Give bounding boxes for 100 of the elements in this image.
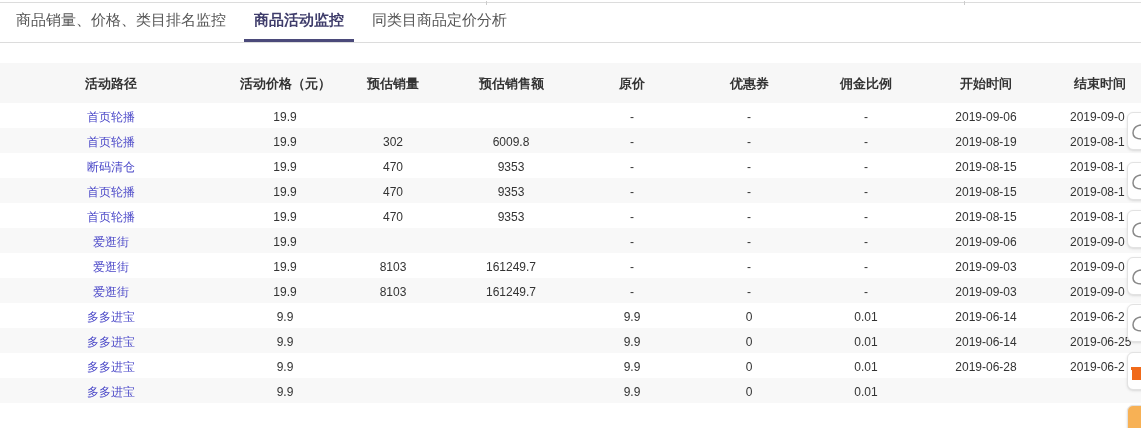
table-cell: 0: [745, 384, 753, 399]
table-cell: 9353: [497, 159, 525, 174]
column-header: 佣金比例: [840, 76, 892, 91]
table-cell: 470: [383, 159, 403, 174]
table-cell: 2019-09-0: [1070, 284, 1125, 299]
table-cell: -: [747, 184, 751, 199]
table-cell: -: [747, 284, 751, 299]
activity-link[interactable]: 首页轮播: [87, 184, 135, 199]
column-header: 开始时间: [960, 76, 1012, 91]
table-cell: 2019-06-14: [955, 309, 1017, 324]
table-cell: 2019-06-2: [1070, 309, 1125, 324]
activity-link[interactable]: 多多进宝: [87, 359, 135, 374]
table-cell: -: [747, 109, 751, 124]
table-cell: -: [864, 134, 868, 149]
table-cell: -: [864, 234, 868, 249]
table-cell: 19.9: [273, 159, 297, 174]
table-cell: 19.9: [273, 134, 297, 149]
column-header: 活动路径: [85, 76, 137, 91]
table-cell: 19.9: [273, 234, 297, 249]
table-cell: 0: [745, 334, 753, 349]
outline-icon: [1131, 123, 1141, 141]
table-cell: 0.01: [854, 384, 878, 399]
table-cell: 302: [383, 134, 403, 149]
outline-icon: [1131, 173, 1141, 191]
table-cell: -: [630, 259, 634, 274]
table-cell: -: [747, 209, 751, 224]
activity-link[interactable]: 断码清仓: [87, 159, 135, 174]
table-cell: 2019-09-0: [1070, 259, 1125, 274]
table-cell: 0: [745, 359, 753, 374]
table-cell: 161249.7: [485, 284, 537, 299]
table-cell: 9.9: [623, 334, 641, 349]
activity-link[interactable]: 多多进宝: [87, 334, 135, 349]
table-cell: 0.01: [854, 359, 878, 374]
table-cell: 2019-06-28: [955, 359, 1017, 374]
table-cell: -: [630, 184, 634, 199]
activity-link[interactable]: 爱逛街: [93, 234, 129, 249]
table-cell: 9.9: [623, 384, 641, 399]
tab[interactable]: 同类目商品定价分析: [362, 2, 517, 42]
table-cell: 2019-09-06: [955, 234, 1017, 249]
table-cell: 0.01: [854, 334, 878, 349]
table-cell: -: [864, 159, 868, 174]
table-cell: -: [630, 109, 634, 124]
table-cell: 2019-09-03: [955, 284, 1017, 299]
table-cell: 19.9: [273, 184, 297, 199]
table-cell: 6009.8: [492, 134, 530, 149]
activity-link[interactable]: 爱逛街: [93, 284, 129, 299]
table-cell: 19.9: [273, 209, 297, 224]
table-cell: -: [747, 234, 751, 249]
table-cell: 2019-06-25: [1070, 334, 1132, 349]
column-header: 活动价格（元）: [239, 76, 331, 91]
table-cell: 161249.7: [485, 259, 537, 274]
table-cell: -: [864, 184, 868, 199]
activity-link[interactable]: 首页轮播: [87, 134, 135, 149]
outline-icon: [1131, 268, 1141, 286]
table-cell: 2019-08-1: [1070, 159, 1125, 174]
table-cell: 2019-08-15: [955, 159, 1017, 174]
table-cell: -: [630, 234, 634, 249]
activity-link[interactable]: 爱逛街: [93, 259, 129, 274]
table-cell: 9.9: [276, 384, 294, 399]
table-cell: 470: [383, 184, 403, 199]
table-cell: -: [630, 159, 634, 174]
table-cell: 9353: [497, 209, 525, 224]
table-cell: 19.9: [273, 284, 297, 299]
outline-icon: [1131, 221, 1141, 239]
outline-icon: [1131, 315, 1141, 333]
table-cell: 2019-08-1: [1070, 209, 1125, 224]
column-header: 原价: [619, 76, 645, 91]
tab[interactable]: 商品活动监控: [244, 2, 354, 42]
table-cell: -: [864, 259, 868, 274]
table-cell: -: [864, 109, 868, 124]
table-cell: -: [630, 134, 634, 149]
table-cell: 470: [383, 209, 403, 224]
table-cell: -: [747, 259, 751, 274]
table-cell: 2019-09-0: [1070, 109, 1125, 124]
gift-icon: [1131, 365, 1141, 381]
table-cell: 2019-08-15: [955, 209, 1017, 224]
activity-link[interactable]: 多多进宝: [87, 384, 135, 399]
table-cell: 8103: [379, 284, 407, 299]
table-cell: 2019-08-1: [1070, 184, 1125, 199]
table-cell: 2019-06-2: [1070, 359, 1125, 374]
column-header: 预估销售额: [478, 76, 544, 91]
tab[interactable]: 商品销量、价格、类目排名监控: [6, 2, 236, 42]
column-header: 优惠券: [729, 76, 769, 91]
activity-link[interactable]: 首页轮播: [87, 109, 135, 124]
table-cell: -: [747, 159, 751, 174]
table-cell: 9.9: [623, 359, 641, 374]
table-cell: -: [864, 284, 868, 299]
activity-link[interactable]: 首页轮播: [87, 209, 135, 224]
table-cell: 2019-09-0: [1070, 234, 1125, 249]
table-cell: 2019-08-19: [955, 134, 1017, 149]
table-cell: 2019-09-03: [955, 259, 1017, 274]
table-cell: 9353: [497, 184, 525, 199]
table-cell: 2019-09-06: [955, 109, 1017, 124]
table-cell: -: [747, 134, 751, 149]
table-cell: 9.9: [623, 309, 641, 324]
table-cell: 0.01: [854, 309, 878, 324]
table-cell: 2019-08-1: [1070, 134, 1125, 149]
table-cell: -: [630, 284, 634, 299]
table-cell: 19.9: [273, 259, 297, 274]
activity-link[interactable]: 多多进宝: [87, 309, 135, 324]
